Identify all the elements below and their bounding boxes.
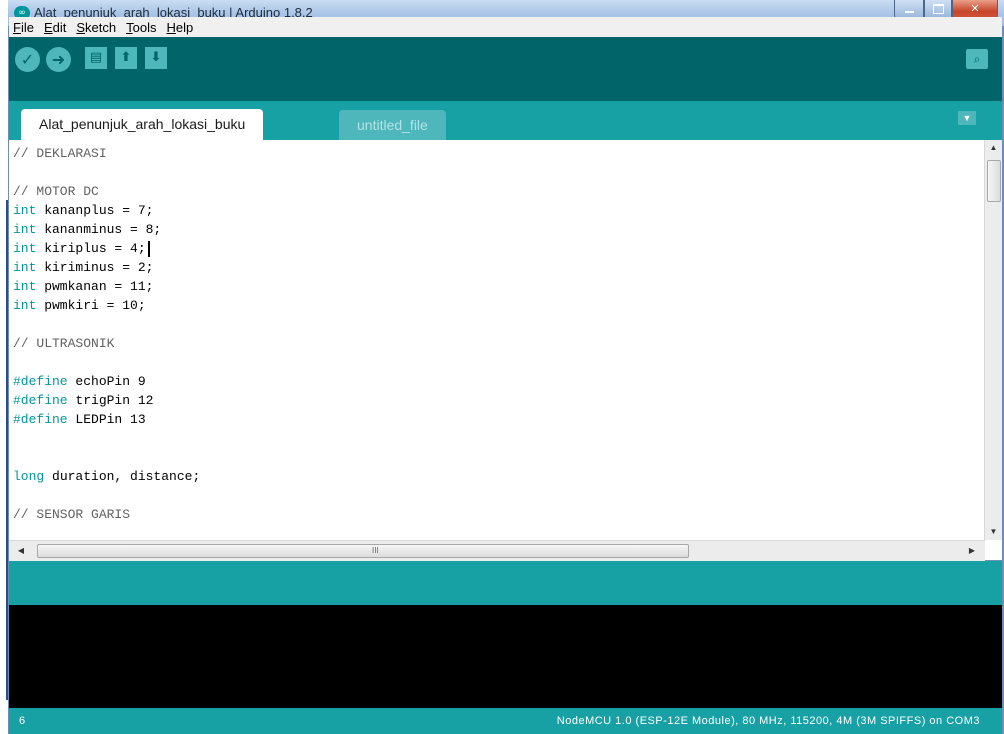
- open-button[interactable]: ⬆: [115, 47, 137, 69]
- tab-untitled-file[interactable]: untitled_file: [339, 110, 446, 140]
- code-line: int kiriminus = 2;: [13, 260, 154, 275]
- code-line: int pwmkanan = 11;: [13, 279, 154, 294]
- horizontal-scroll-thumb[interactable]: III: [37, 544, 689, 558]
- arduino-window: ∞ Alat_penunjuk_arah_lokasi_buku | Ardui…: [8, 0, 1004, 734]
- open-icon: ⬆: [120, 50, 132, 65]
- tab-sketch-main[interactable]: Alat_penunjuk_arah_lokasi_buku: [21, 109, 264, 140]
- board-info: NodeMCU 1.0 (ESP-12E Module), 80 MHz, 11…: [556, 715, 980, 727]
- toolbar: ✓ ➜ ▤ ⬆ ⬇ ⌕: [9, 37, 1002, 101]
- code-line: // ULTRASONIK: [13, 336, 115, 351]
- code-line: long duration, distance;: [13, 469, 201, 484]
- current-line-number: 6: [19, 715, 26, 727]
- chevron-down-icon: ▼: [962, 113, 972, 123]
- horizontal-scrollbar[interactable]: ◀ III ▶: [9, 540, 985, 561]
- vertical-scroll-thumb[interactable]: [987, 160, 1001, 202]
- menu-edit[interactable]: Edit: [40, 20, 72, 35]
- upload-button[interactable]: ➜: [46, 47, 71, 72]
- code-text[interactable]: // DEKLARASI // MOTOR DC int kananplus = …: [9, 144, 200, 524]
- scroll-left-icon[interactable]: ◀: [13, 543, 29, 559]
- menu-tools[interactable]: Tools: [122, 20, 162, 35]
- console-output[interactable]: [9, 605, 1002, 708]
- code-line: // SENSOR GARIS: [13, 507, 131, 522]
- code-line: int kananminus = 8;: [13, 222, 162, 237]
- save-icon: ⬇: [150, 50, 162, 65]
- new-icon: ▤: [89, 50, 103, 65]
- code-line: #define LEDPin 13: [13, 412, 146, 427]
- scrollbar-corner: [985, 540, 1002, 560]
- message-area: [9, 561, 1002, 605]
- scroll-grip: III: [372, 546, 379, 555]
- code-line: #define echoPin 9: [13, 374, 146, 389]
- serial-monitor-icon: ⌕: [973, 52, 981, 66]
- verify-icon: ✓: [20, 50, 35, 69]
- maximize-icon: [932, 4, 944, 15]
- code-line: int kiriplus = 4;: [13, 239, 200, 258]
- verify-button[interactable]: ✓: [15, 47, 40, 72]
- text-cursor: [147, 240, 150, 257]
- new-button[interactable]: ▤: [85, 47, 107, 69]
- desktop-edge: [0, 0, 8, 734]
- code-line: // DEKLARASI: [13, 146, 107, 161]
- tab-strip: Alat_penunjuk_arah_lokasi_buku untitled_…: [9, 101, 1002, 140]
- code-line: // MOTOR DC: [13, 184, 99, 199]
- tab-menu-button[interactable]: ▼: [958, 111, 976, 125]
- code-line: #define trigPin 12: [13, 393, 154, 408]
- code-line: int pwmkiri = 10;: [13, 298, 146, 313]
- upload-icon: ➜: [51, 50, 66, 69]
- menu-sketch[interactable]: Sketch: [72, 20, 122, 35]
- menu-help[interactable]: Help: [162, 20, 199, 35]
- close-icon: ✕: [970, 2, 980, 15]
- scroll-up-icon[interactable]: ▲: [985, 140, 1002, 156]
- code-line: int kananplus = 7;: [13, 203, 154, 218]
- save-button[interactable]: ⬇: [145, 47, 167, 69]
- menu-file[interactable]: File: [9, 20, 40, 35]
- code-editor[interactable]: // DEKLARASI // MOTOR DC int kananplus = …: [9, 140, 1002, 540]
- menu-bar: File Edit Sketch Tools Help: [9, 17, 1002, 37]
- minimize-icon: [904, 11, 914, 14]
- status-bar: 6 NodeMCU 1.0 (ESP-12E Module), 80 MHz, …: [9, 708, 1002, 734]
- scroll-right-icon[interactable]: ▶: [964, 543, 980, 559]
- scroll-down-icon[interactable]: ▼: [985, 524, 1002, 540]
- serial-monitor-button[interactable]: ⌕: [966, 49, 988, 69]
- vertical-scrollbar[interactable]: ▲ ▼: [984, 140, 1002, 540]
